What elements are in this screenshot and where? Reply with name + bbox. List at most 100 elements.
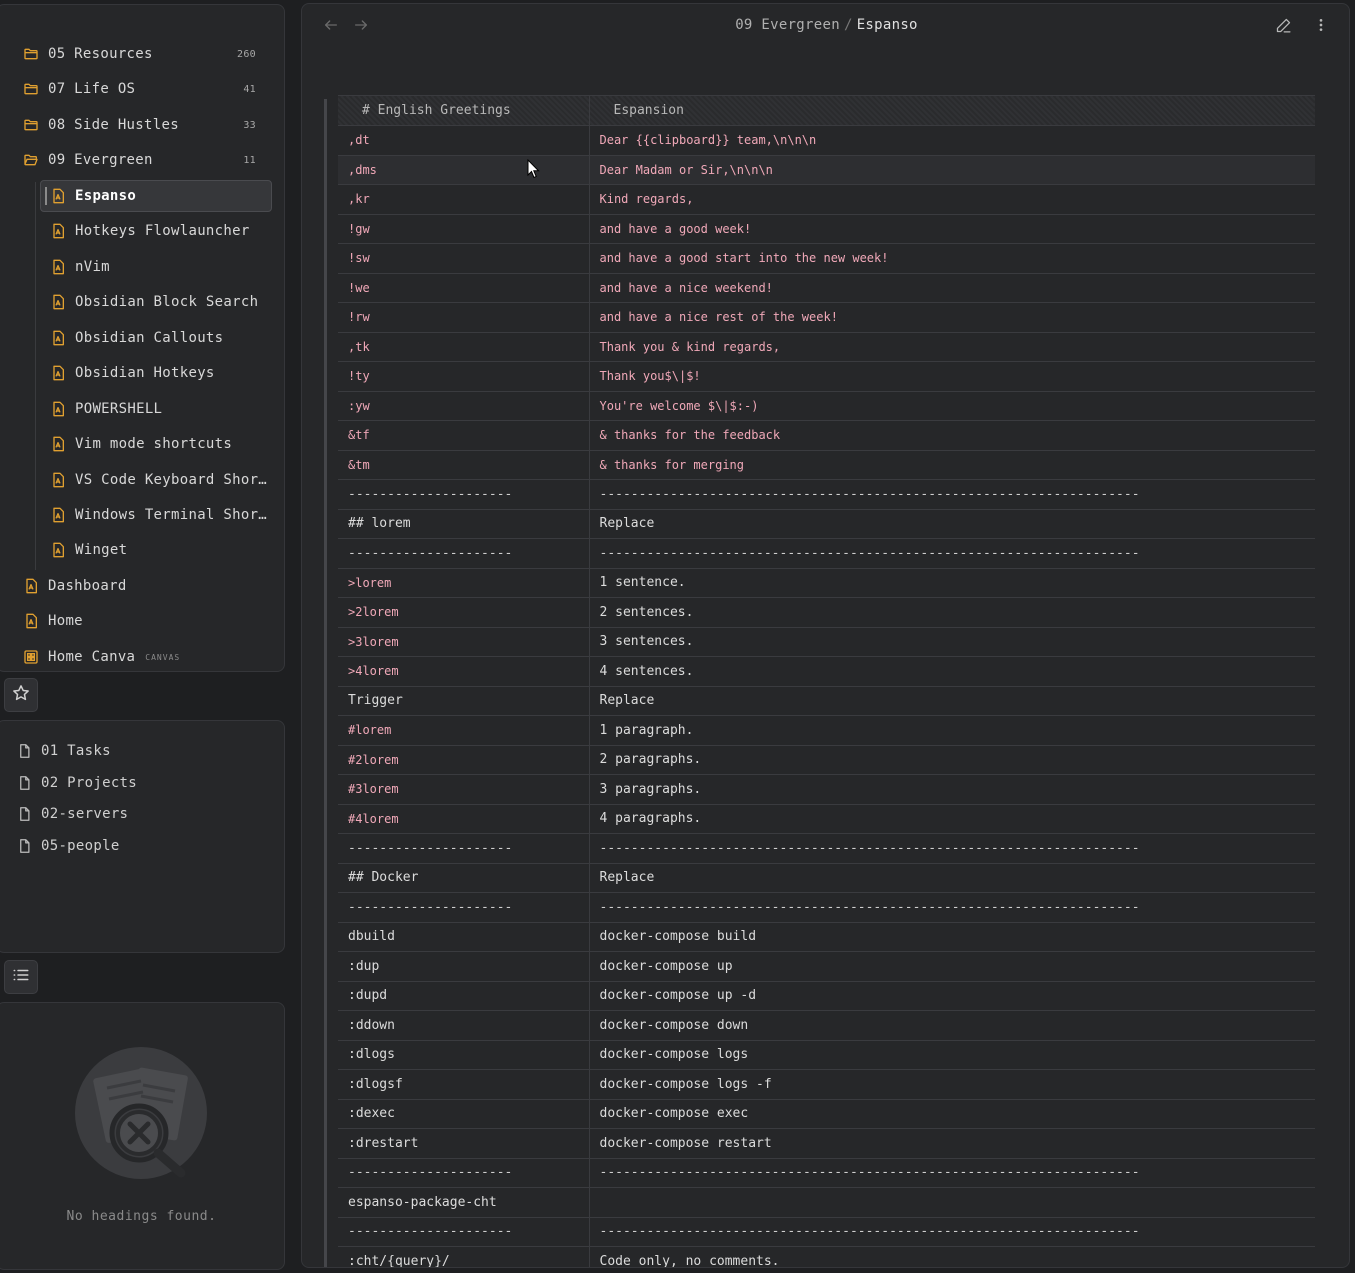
bookmark-item[interactable]: 02 Projects [17, 771, 137, 795]
trigger-cell[interactable]: :drestart [338, 1128, 590, 1159]
trigger-cell[interactable]: :dlogs [338, 1039, 590, 1070]
table-row[interactable]: :dlogsf docker-compose logs -f [338, 1069, 1315, 1100]
trigger-cell[interactable]: ,dms [338, 154, 590, 185]
expansion-cell[interactable]: & thanks for the feedback [589, 420, 1315, 451]
trigger-cell[interactable]: #2lorem [338, 744, 590, 775]
trigger-cell[interactable]: !rw [338, 302, 590, 333]
expansion-cell[interactable]: Dear Madam or Sir,\n\n\n [589, 154, 1315, 185]
expansion-cell[interactable]: ----------------------------------------… [589, 1216, 1315, 1247]
expansion-cell[interactable]: docker-compose exec [589, 1098, 1315, 1129]
expansion-cell[interactable]: & thanks for merging [589, 449, 1315, 480]
trigger-cell[interactable]: #lorem [338, 715, 590, 746]
tree-file[interactable]: Windows Terminal Shor… [0, 499, 286, 531]
tree-file[interactable]: Vim mode shortcuts [0, 428, 286, 460]
table-row[interactable]: !ty Thank you$\|$! [338, 361, 1315, 392]
expansion-cell[interactable]: Kind regards, [589, 184, 1315, 215]
bookmark-item[interactable]: 01 Tasks [17, 739, 111, 763]
expansion-cell[interactable]: and have a good week! [589, 213, 1315, 244]
trigger-cell[interactable]: #3lorem [338, 774, 590, 805]
tree-file[interactable]: nVim [0, 251, 286, 283]
table-row[interactable]: :drestart docker-compose restart [338, 1128, 1315, 1159]
trigger-cell[interactable]: #4lorem [338, 803, 590, 834]
table-row[interactable]: !rw and have a nice rest of the week! [338, 302, 1315, 333]
trigger-cell[interactable]: ,dt [338, 125, 590, 156]
table-row[interactable]: :dup docker-compose up [338, 951, 1315, 982]
table-row[interactable]: #3lorem 3 paragraphs. [338, 774, 1315, 805]
expansion-cell[interactable]: ----------------------------------------… [589, 538, 1315, 569]
trigger-cell[interactable]: --------------------- [338, 1157, 590, 1188]
tree-file[interactable]: Espanso [0, 180, 286, 212]
tree-file[interactable]: Obsidian Hotkeys [0, 357, 286, 389]
table-row[interactable]: --------------------- -------------------… [338, 1216, 1315, 1247]
table-row[interactable]: --------------------- -------------------… [338, 479, 1315, 510]
expansion-cell[interactable]: Replace [589, 685, 1315, 716]
expansion-cell[interactable]: Thank you & kind regards, [589, 331, 1315, 362]
expansion-cell[interactable]: docker-compose restart [589, 1128, 1315, 1159]
table-row[interactable]: #4lorem 4 paragraphs. [338, 803, 1315, 834]
tree-folder[interactable]: 08 Side Hustles 33 [0, 109, 286, 141]
trigger-cell[interactable]: >3lorem [338, 626, 590, 657]
tree-file[interactable]: Hotkeys Flowlauncher [0, 215, 286, 247]
expansion-cell[interactable]: ----------------------------------------… [589, 479, 1315, 510]
table-row[interactable]: >4lorem 4 sentences. [338, 656, 1315, 687]
table-row[interactable]: :yw You're welcome $\|$:-) [338, 390, 1315, 421]
table-row[interactable]: ## Docker Replace [338, 862, 1315, 893]
trigger-cell[interactable]: ,kr [338, 184, 590, 215]
outline-tab-button[interactable] [4, 960, 38, 994]
table-row[interactable]: !sw and have a good start into the new we… [338, 243, 1315, 274]
edit-mode-button[interactable] [1272, 16, 1294, 38]
table-row[interactable]: dbuild docker-compose build [338, 921, 1315, 952]
expansion-cell[interactable]: and have a good start into the new week! [589, 243, 1315, 274]
trigger-cell[interactable]: --------------------- [338, 892, 590, 923]
tree-file[interactable]: Obsidian Block Search [0, 286, 286, 318]
expansion-cell[interactable]: Replace [589, 508, 1315, 539]
expansion-cell[interactable]: 1 paragraph. [589, 715, 1315, 746]
trigger-cell[interactable]: &tm [338, 449, 590, 480]
table-row[interactable]: !we and have a nice weekend! [338, 272, 1315, 303]
expansion-cell[interactable]: ----------------------------------------… [589, 1157, 1315, 1188]
tree-file[interactable]: Home [0, 605, 286, 637]
table-header-expansion[interactable]: Espansion [589, 95, 1315, 126]
trigger-cell[interactable]: ## lorem [338, 508, 590, 539]
table-row[interactable]: >3lorem 3 sentences. [338, 626, 1315, 657]
bookmark-item[interactable]: 02-servers [17, 802, 128, 826]
expansion-cell[interactable]: ----------------------------------------… [589, 833, 1315, 864]
trigger-cell[interactable]: --------------------- [338, 1216, 590, 1247]
trigger-cell[interactable]: >2lorem [338, 597, 590, 628]
tree-folder[interactable]: 07 Life OS 41 [0, 73, 286, 105]
expansion-cell[interactable]: 1 sentence. [589, 567, 1315, 598]
trigger-cell[interactable]: --------------------- [338, 833, 590, 864]
table-row[interactable]: ,tk Thank you & kind regards, [338, 331, 1315, 362]
bookmarks-tab-button[interactable] [4, 678, 38, 712]
tree-file[interactable]: POWERSHELL [0, 393, 286, 425]
breadcrumb-title[interactable]: Espanso [857, 17, 918, 33]
expansion-cell[interactable]: docker-compose up [589, 951, 1315, 982]
trigger-cell[interactable]: !gw [338, 213, 590, 244]
expansion-cell[interactable]: Thank you$\|$! [589, 361, 1315, 392]
table-row[interactable]: :dexec docker-compose exec [338, 1098, 1315, 1129]
table-row[interactable]: espanso-package-cht [338, 1187, 1315, 1218]
trigger-cell[interactable]: !sw [338, 243, 590, 274]
tree-file[interactable]: Dashboard [0, 570, 286, 602]
table-row[interactable]: >2lorem 2 sentences. [338, 597, 1315, 628]
expansion-cell[interactable]: 3 paragraphs. [589, 774, 1315, 805]
trigger-cell[interactable]: !we [338, 272, 590, 303]
expansion-cell[interactable]: 4 sentences. [589, 656, 1315, 687]
expansion-cell[interactable]: You're welcome $\|$:-) [589, 390, 1315, 421]
breadcrumb-folder[interactable]: 09 Evergreen [735, 17, 840, 33]
trigger-cell[interactable]: ,tk [338, 331, 590, 362]
trigger-cell[interactable]: Trigger [338, 685, 590, 716]
table-row[interactable]: :dlogs docker-compose logs [338, 1039, 1315, 1070]
bookmark-item[interactable]: 05-people [17, 834, 120, 858]
table-row[interactable]: :ddown docker-compose down [338, 1010, 1315, 1041]
table-row[interactable]: #lorem 1 paragraph. [338, 715, 1315, 746]
expansion-cell[interactable]: and have a nice weekend! [589, 272, 1315, 303]
table-row[interactable]: Trigger Replace [338, 685, 1315, 716]
table-row[interactable]: ,dt Dear {{clipboard}} team,\n\n\n [338, 125, 1315, 156]
trigger-cell[interactable]: !ty [338, 361, 590, 392]
trigger-cell[interactable]: :dexec [338, 1098, 590, 1129]
table-row[interactable]: ## lorem Replace [338, 508, 1315, 539]
expansion-cell[interactable]: 2 paragraphs. [589, 744, 1315, 775]
expansion-cell[interactable]: 3 sentences. [589, 626, 1315, 657]
table-row[interactable]: #2lorem 2 paragraphs. [338, 744, 1315, 775]
